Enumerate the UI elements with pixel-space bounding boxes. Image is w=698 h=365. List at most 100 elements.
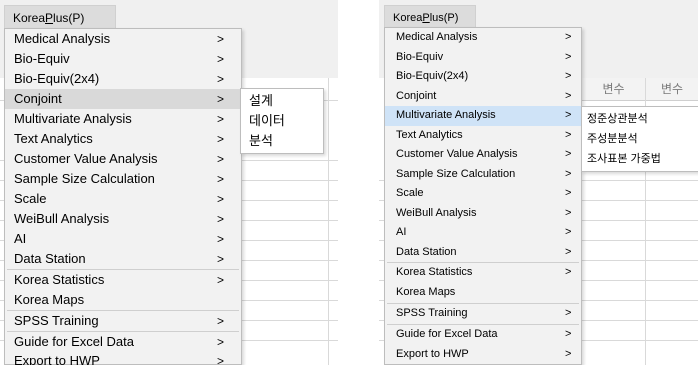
multivariate-submenu: 정준상관분석 주성분분석 조사표본 가중법 [581, 106, 698, 172]
menu-item-guide-for-excel-data[interactable]: Guide for Excel Data > [5, 332, 241, 352]
submenu-item-label: 데이터 [249, 113, 285, 128]
menu-item-ai[interactable]: AI > [5, 229, 241, 249]
submenu-arrow-icon: > [217, 172, 225, 186]
menu-item-medical-analysis[interactable]: Medical Analysis > [385, 28, 581, 48]
menu-item-bio-equiv[interactable]: Bio-Equiv > [5, 49, 241, 69]
menu-item-conjoint[interactable]: Conjoint > [385, 87, 581, 107]
menu-item-korea-statistics[interactable]: Korea Statistics > [5, 270, 241, 290]
menu-item-label: Guide for Excel Data [14, 334, 134, 349]
menu-item-korea-maps[interactable]: Korea Maps [385, 283, 581, 303]
conjoint-submenu: 설계 데이터 분석 [240, 88, 324, 154]
submenu-arrow-icon: > [565, 307, 572, 319]
submenu-arrow-icon: > [565, 167, 572, 180]
menu-item-label: Text Analytics [14, 131, 93, 146]
submenu-arrow-icon: > [565, 245, 572, 258]
menu-item-label: WeiBull Analysis [396, 206, 477, 219]
koreaplus-menu[interactable]: KoreaPlus(P) [384, 5, 476, 29]
submenu-item-principal-component[interactable]: 주성분분석 [582, 129, 698, 149]
submenu-arrow-icon: > [565, 109, 572, 121]
menu-item-data-station[interactable]: Data Station > [385, 243, 581, 263]
menu-item-label: Scale [14, 191, 47, 206]
submenu-arrow-icon: > [217, 314, 225, 328]
submenu-item-label: 주성분분석 [587, 133, 638, 145]
menu-item-sample-size-calculation[interactable]: Sample Size Calculation > [385, 165, 581, 185]
submenu-arrow-icon: > [217, 212, 225, 226]
menu-item-customer-value-analysis[interactable]: Customer Value Analysis > [385, 145, 581, 165]
menu-item-sample-size-calculation[interactable]: Sample Size Calculation > [5, 169, 241, 189]
menu-item-weibull-analysis[interactable]: WeiBull Analysis > [385, 204, 581, 224]
submenu-arrow-icon: > [217, 335, 225, 349]
koreaplus-menu-mnemonic: P [422, 12, 430, 24]
menu-item-data-station[interactable]: Data Station > [5, 249, 241, 269]
menu-item-multivariate-analysis[interactable]: Multivariate Analysis > [385, 106, 581, 126]
menu-item-label: Customer Value Analysis [396, 148, 518, 160]
column-header[interactable]: 변수 [582, 78, 646, 101]
menu-item-multivariate-analysis[interactable]: Multivariate Analysis > [5, 109, 241, 129]
koreaplus-menu-label-pre: Korea [393, 12, 423, 24]
menu-item-guide-for-excel-data[interactable]: Guide for Excel Data > [385, 325, 581, 345]
menu-item-customer-value-analysis[interactable]: Customer Value Analysis > [5, 149, 241, 169]
menu-item-spss-training[interactable]: SPSS Training > [385, 304, 581, 324]
submenu-item-canonical-correlation[interactable]: 정준상관분석 [582, 109, 698, 129]
menu-item-label: Export to HWP [14, 353, 100, 365]
menu-item-text-analytics[interactable]: Text Analytics > [385, 126, 581, 146]
menu-item-label: Medical Analysis [396, 31, 478, 43]
menu-item-bio-equiv-2x4[interactable]: Bio-Equiv(2x4) > [5, 69, 241, 89]
submenu-arrow-icon: > [217, 52, 225, 66]
menu-item-label: Multivariate Analysis [14, 111, 132, 126]
submenu-arrow-icon: > [217, 32, 225, 46]
menu-item-bio-equiv-2x4[interactable]: Bio-Equiv(2x4) > [385, 67, 581, 87]
menu-item-label: Bio-Equiv [14, 51, 70, 66]
menu-item-label: Scale [396, 187, 424, 199]
submenu-item-data[interactable]: 데이터 [241, 111, 323, 131]
submenu-arrow-icon: > [217, 132, 225, 146]
menu-item-text-analytics[interactable]: Text Analytics > [5, 129, 241, 149]
submenu-item-analysis[interactable]: 분석 [241, 131, 323, 151]
menu-item-export-to-hwp[interactable]: Export to HWP > [5, 351, 241, 365]
submenu-arrow-icon: > [217, 112, 225, 126]
submenu-item-survey-sample-weighting[interactable]: 조사표본 가중법 [582, 149, 698, 169]
menu-item-label: Medical Analysis [14, 31, 111, 46]
submenu-item-design[interactable]: 설계 [241, 91, 323, 111]
koreaplus-menu-label-post: lus(P) [53, 11, 85, 25]
menu-item-scale[interactable]: Scale > [5, 189, 241, 209]
menu-item-ai[interactable]: AI > [385, 223, 581, 243]
column-header[interactable]: 변수 [646, 78, 698, 101]
submenu-arrow-icon: > [565, 266, 572, 278]
menu-item-label: Sample Size Calculation [14, 171, 155, 186]
menu-item-korea-statistics[interactable]: Korea Statistics > [385, 263, 581, 283]
grid-line [328, 78, 329, 365]
menu-item-medical-analysis[interactable]: Medical Analysis > [5, 29, 241, 49]
menu-item-weibull-analysis[interactable]: WeiBull Analysis > [5, 209, 241, 229]
menu-item-label: Conjoint [14, 91, 62, 106]
menu-item-label: Export to HWP [396, 347, 469, 360]
submenu-arrow-icon: > [217, 354, 225, 365]
submenu-arrow-icon: > [565, 89, 572, 102]
menu-item-label: Sample Size Calculation [396, 167, 516, 180]
menu-item-label: Multivariate Analysis [396, 109, 496, 121]
menu-item-label: Text Analytics [396, 128, 463, 141]
koreaplus-dropdown: Medical Analysis > Bio-Equiv > Bio-Equiv(2… [384, 27, 582, 365]
menu-item-bio-equiv[interactable]: Bio-Equiv > [385, 48, 581, 68]
menu-item-export-to-hwp[interactable]: Export to HWP > [385, 345, 581, 365]
menu-item-spss-training[interactable]: SPSS Training > [5, 311, 241, 331]
submenu-item-label: 조사표본 가중법 [587, 153, 661, 165]
submenu-arrow-icon: > [565, 347, 572, 360]
submenu-arrow-icon: > [217, 252, 225, 266]
menu-item-label: Korea Maps [14, 292, 85, 307]
menu-item-scale[interactable]: Scale > [385, 184, 581, 204]
submenu-arrow-icon: > [217, 273, 225, 287]
menu-item-label: SPSS Training [14, 313, 99, 328]
menu-item-label: Customer Value Analysis [14, 151, 158, 166]
submenu-arrow-icon: > [565, 128, 572, 141]
menu-item-korea-maps[interactable]: Korea Maps [5, 290, 241, 310]
submenu-arrow-icon: > [565, 148, 572, 160]
submenu-item-label: 설계 [249, 93, 273, 108]
menu-item-label: Bio-Equiv(2x4) [14, 71, 100, 86]
koreaplus-menu[interactable]: KoreaPlus(P) [4, 5, 116, 29]
submenu-arrow-icon: > [565, 70, 572, 82]
submenu-item-label: 분석 [249, 133, 273, 148]
menu-item-label: SPSS Training [396, 307, 468, 319]
menu-item-conjoint[interactable]: Conjoint > [5, 89, 241, 109]
menu-item-label: Korea Statistics [396, 266, 473, 278]
